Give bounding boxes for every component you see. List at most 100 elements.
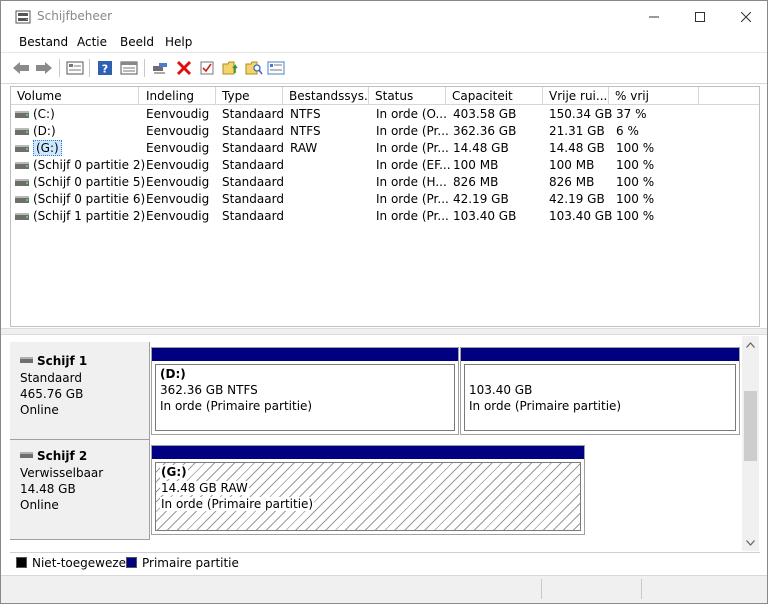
toolbar: ? xyxy=(1,54,767,84)
minimize-button[interactable] xyxy=(631,1,677,32)
cell-vrij: 100 MB xyxy=(549,158,595,172)
disk-icon xyxy=(20,357,33,363)
disk-2-state: Online xyxy=(20,498,59,512)
cell-volume: (Schijf 0 partitie 6) xyxy=(33,192,146,206)
disk-1-name: Schijf 1 xyxy=(20,354,87,368)
selected-volume-label: (G:) xyxy=(33,140,62,156)
column-header-status[interactable]: Status xyxy=(369,87,446,105)
chevron-down-icon xyxy=(746,539,755,546)
cell-fs: RAW xyxy=(290,141,318,155)
volume-list: Volume Indeling Type Bestandssys... Stat… xyxy=(10,86,760,327)
volume-icon xyxy=(15,213,29,220)
table-row[interactable]: (D:) Eenvoudig Standaard NTFS In orde (P… xyxy=(11,123,759,140)
help-button[interactable]: ? xyxy=(95,58,115,78)
table-row[interactable]: (Schijf 0 partitie 2) Eenvoudig Standaar… xyxy=(11,157,759,174)
folder-search-button[interactable] xyxy=(244,58,264,78)
cell-pct: 100 % xyxy=(616,192,655,206)
scroll-thumb[interactable] xyxy=(744,391,757,461)
details-button[interactable] xyxy=(266,58,286,78)
menu-beeld[interactable]: Beeld xyxy=(120,35,154,49)
partition-header-bar xyxy=(152,446,584,459)
window-title: Schijfbeheer xyxy=(37,9,113,23)
maximize-button[interactable] xyxy=(677,1,723,32)
column-header-bestandssysteem[interactable]: Bestandssys... xyxy=(283,87,369,105)
disk-2-size: 14.48 GB xyxy=(20,482,76,496)
volume-icon xyxy=(15,128,29,135)
disk-2-label[interactable]: Schijf 2 Verwisselbaar 14.48 GB Online xyxy=(10,440,150,540)
back-button[interactable] xyxy=(11,58,31,78)
disk-list-button[interactable] xyxy=(65,58,85,78)
list-header: Volume Indeling Type Bestandssys... Stat… xyxy=(11,87,759,105)
column-header-volume[interactable]: Volume xyxy=(11,87,139,105)
cell-volume: (Schijf 1 partitie 2) xyxy=(33,209,146,223)
svg-text:?: ? xyxy=(102,63,108,76)
toolbar-separator xyxy=(59,59,60,77)
column-header-vrije-ruimte[interactable]: Vrije rui... xyxy=(543,87,609,105)
pane-splitter[interactable] xyxy=(1,328,767,335)
volume-icon xyxy=(15,196,29,203)
table-row[interactable]: (C:) Eenvoudig Standaard NTFS In orde (O… xyxy=(11,106,759,123)
cell-vrij: 826 MB xyxy=(549,175,595,189)
properties-button[interactable] xyxy=(119,58,139,78)
cell-indeling: Eenvoudig xyxy=(146,124,210,138)
legend-label-unallocated: Niet-toegewezen xyxy=(32,556,134,570)
column-header-type[interactable]: Type xyxy=(216,87,283,105)
delete-button[interactable] xyxy=(174,58,194,78)
cell-pct: 100 % xyxy=(616,209,655,223)
partition-body: (D:) 362.36 GB NTFS In orde (Primaire pa… xyxy=(155,364,455,431)
table-row[interactable]: (Schijf 1 partitie 2) Eenvoudig Standaar… xyxy=(11,208,759,225)
disk-management-window: Schijfbeheer Bestand Actie Beeld Help ? xyxy=(0,0,768,604)
cell-capaciteit: 103.40 GB xyxy=(453,209,517,223)
column-header-indeling[interactable]: Indeling xyxy=(140,87,216,105)
help-icon: ? xyxy=(98,61,112,76)
partition-size-fs: 14.48 GB RAW xyxy=(160,481,249,495)
partition-d[interactable]: (D:) 362.36 GB NTFS In orde (Primaire pa… xyxy=(151,347,459,435)
close-button[interactable] xyxy=(723,1,768,32)
connect-icon xyxy=(153,63,167,74)
cell-status: In orde (O... xyxy=(376,107,447,121)
column-header-capaciteit[interactable]: Capaciteit xyxy=(446,87,543,105)
cell-volume: (G:) xyxy=(33,140,62,157)
disk-map-scrollbar[interactable] xyxy=(742,336,759,551)
partition-g[interactable]: (G:) 14.48 GB RAW In orde (Primaire part… xyxy=(151,445,585,535)
disk-1-label[interactable]: Schijf 1 Standaard 465.76 GB Online xyxy=(10,342,150,440)
cell-vrij: 21.31 GB xyxy=(549,124,605,138)
cell-capaciteit: 403.58 GB xyxy=(453,107,517,121)
cell-type: Standaard xyxy=(222,175,284,189)
partition-disk1-p2[interactable]: 103.40 GB In orde (Primaire partitie) xyxy=(460,347,740,435)
disk-1-kind: Standaard xyxy=(20,371,82,385)
table-row-selected[interactable]: (G:) Eenvoudig Standaard RAW In orde (Pr… xyxy=(11,140,759,157)
cell-pct: 100 % xyxy=(616,158,655,172)
menu-actie[interactable]: Actie xyxy=(77,35,107,49)
status-separator xyxy=(641,579,642,599)
cell-status: In orde (Pr... xyxy=(376,192,449,206)
table-row[interactable]: (Schijf 0 partitie 5) Eenvoudig Standaar… xyxy=(11,174,759,191)
minimize-icon xyxy=(649,16,659,17)
menu-bestand[interactable]: Bestand xyxy=(19,35,68,49)
cell-status: In orde (Pr... xyxy=(376,124,449,138)
folder-up-button[interactable] xyxy=(221,58,241,78)
partition-status: In orde (Primaire partitie) xyxy=(160,399,313,413)
cell-indeling: Eenvoudig xyxy=(146,141,210,155)
table-row[interactable]: (Schijf 0 partitie 6) Eenvoudig Standaar… xyxy=(11,191,759,208)
connect-button[interactable] xyxy=(150,58,170,78)
menu-help[interactable]: Help xyxy=(165,35,192,49)
disk-1-state: Online xyxy=(20,403,59,417)
back-icon xyxy=(13,62,29,74)
cell-volume: (Schijf 0 partitie 2) xyxy=(33,158,146,172)
delete-icon xyxy=(176,60,192,76)
partition-body-selected: (G:) 14.48 GB RAW In orde (Primaire part… xyxy=(155,462,581,531)
cell-vrij: 103.40 GB xyxy=(549,209,613,223)
cell-volume: (Schijf 0 partitie 5) xyxy=(33,175,146,189)
volume-icon xyxy=(15,162,29,169)
check-button[interactable] xyxy=(197,58,217,78)
cell-type: Standaard xyxy=(222,124,284,138)
status-separator xyxy=(541,579,542,599)
scroll-down-button[interactable] xyxy=(742,534,759,551)
scroll-up-button[interactable] xyxy=(742,336,759,353)
column-header-pct-vrij[interactable]: % vrij xyxy=(609,87,699,105)
cell-capaciteit: 100 MB xyxy=(453,158,499,172)
maximize-icon xyxy=(695,11,705,22)
forward-button[interactable] xyxy=(34,58,54,78)
cell-vrij: 150.34 GB xyxy=(549,107,613,121)
